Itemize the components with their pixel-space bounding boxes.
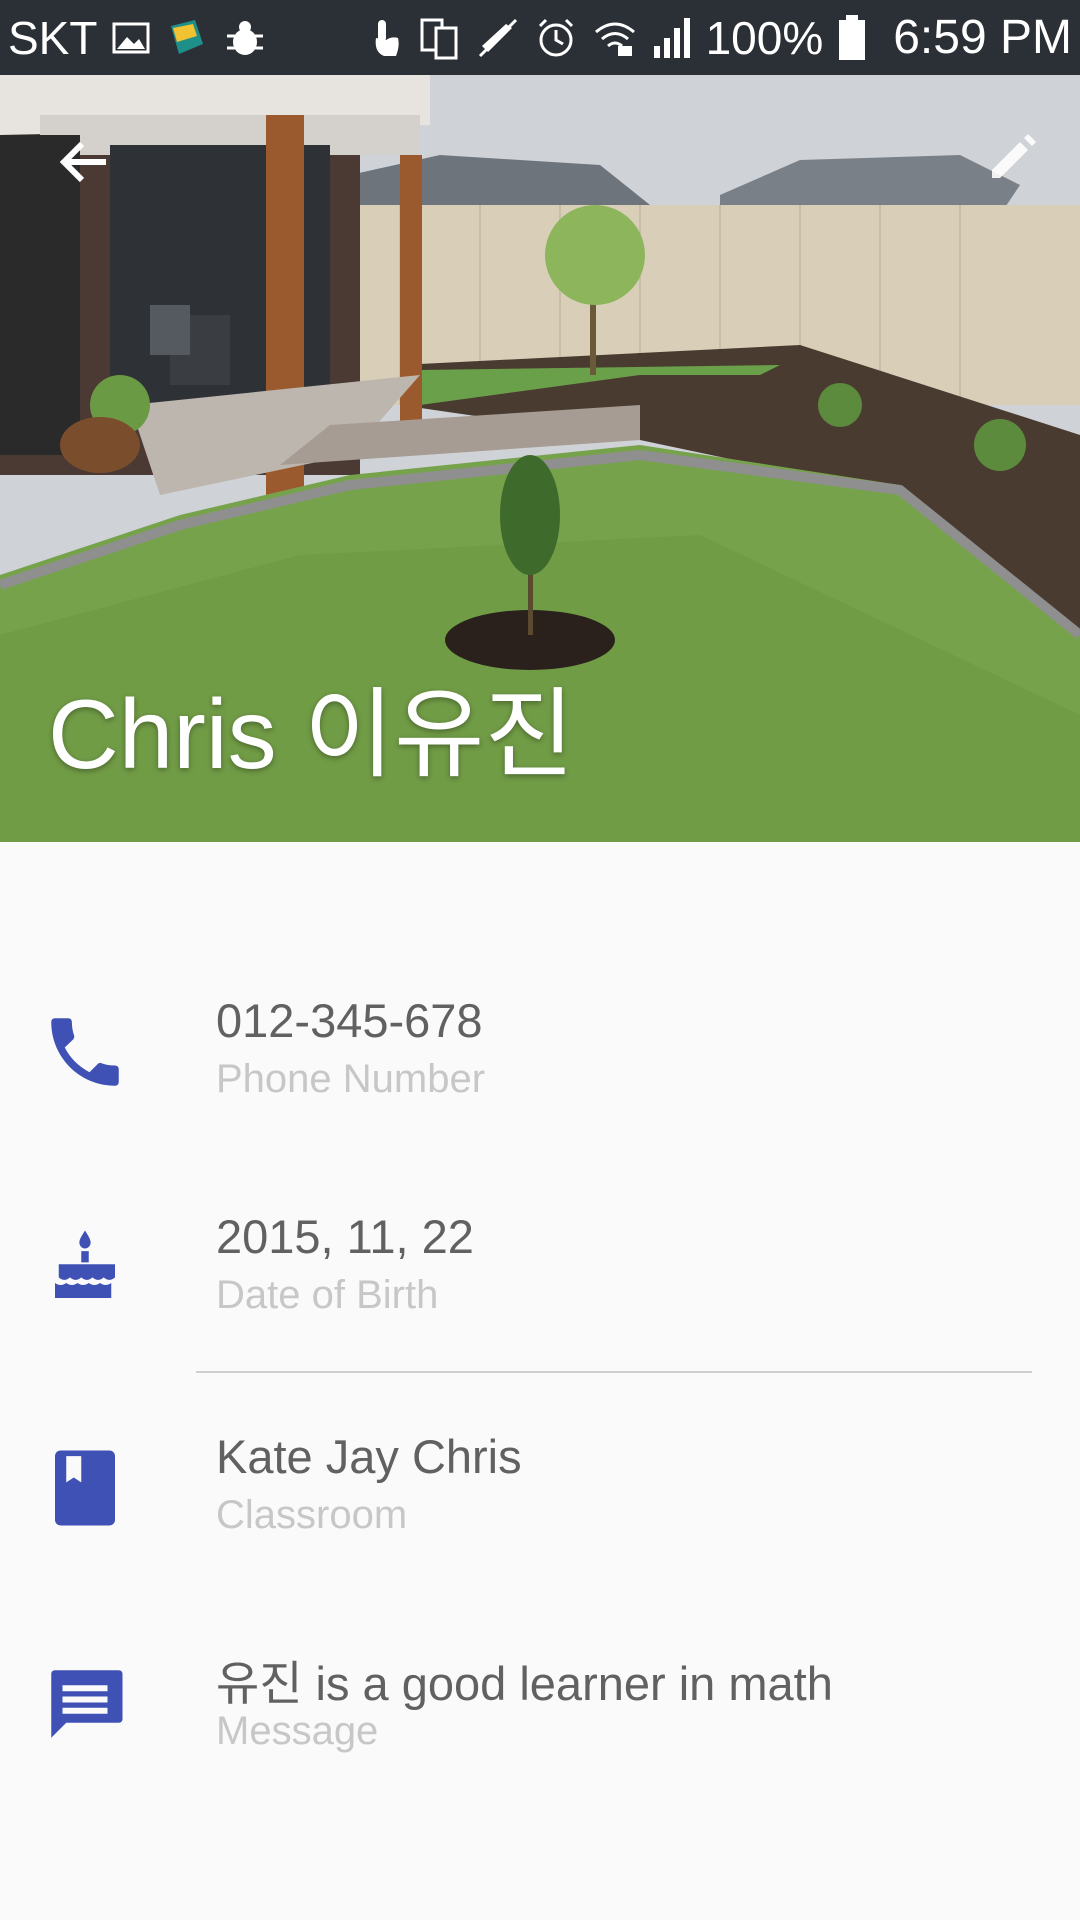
gallery-icon	[111, 18, 151, 58]
phone-sync-icon	[418, 16, 462, 60]
phone-label: Phone Number	[216, 1057, 486, 1101]
message-value: 유진 is a good learner in math	[216, 1657, 833, 1710]
phone-value: 012-345-678	[216, 994, 483, 1047]
section-divider	[196, 1371, 1032, 1373]
profile-header: Chris 이유진	[0, 75, 1080, 842]
edit-icon	[992, 134, 1036, 178]
book-icon	[40, 1443, 130, 1533]
mute-icon	[476, 16, 520, 60]
back-button[interactable]	[52, 130, 116, 194]
birthdate-value: 2015, 11, 22	[216, 1210, 474, 1263]
bug-icon	[223, 16, 267, 60]
arrow-left-icon	[59, 141, 106, 183]
battery-icon	[837, 14, 867, 62]
edit-button[interactable]	[984, 130, 1040, 186]
touch-icon	[368, 16, 404, 60]
message-label: Message	[216, 1709, 379, 1753]
wifi-icon	[592, 16, 638, 60]
classroom-value: Kate Jay Chris	[216, 1430, 522, 1483]
battery-percent: 100%	[705, 11, 824, 64]
carrier-label: SKT	[8, 11, 98, 64]
message-icon	[40, 1659, 130, 1749]
status-bar: SKT 100% 6:59 PM	[0, 0, 1080, 75]
phone-icon	[40, 1007, 130, 1097]
classroom-label: Classroom	[216, 1493, 408, 1537]
profile-name: Chris 이유진	[48, 679, 575, 789]
signal-icon	[652, 16, 692, 60]
clock: 6:59 PM	[893, 11, 1072, 64]
detail-row-classroom[interactable]: Kate Jay Chris Classroom	[0, 1421, 1080, 1571]
app-notification-icon	[165, 16, 209, 60]
detail-row-message[interactable]: 유진 is a good learner in math Message	[0, 1637, 1080, 1787]
alarm-icon	[534, 16, 578, 60]
cake-icon	[40, 1223, 130, 1313]
detail-row-birthdate[interactable]: 2015, 11, 22 Date of Birth	[0, 1201, 1080, 1351]
detail-row-phone[interactable]: 012-345-678 Phone Number	[0, 985, 1080, 1135]
birthdate-label: Date of Birth	[216, 1273, 439, 1317]
